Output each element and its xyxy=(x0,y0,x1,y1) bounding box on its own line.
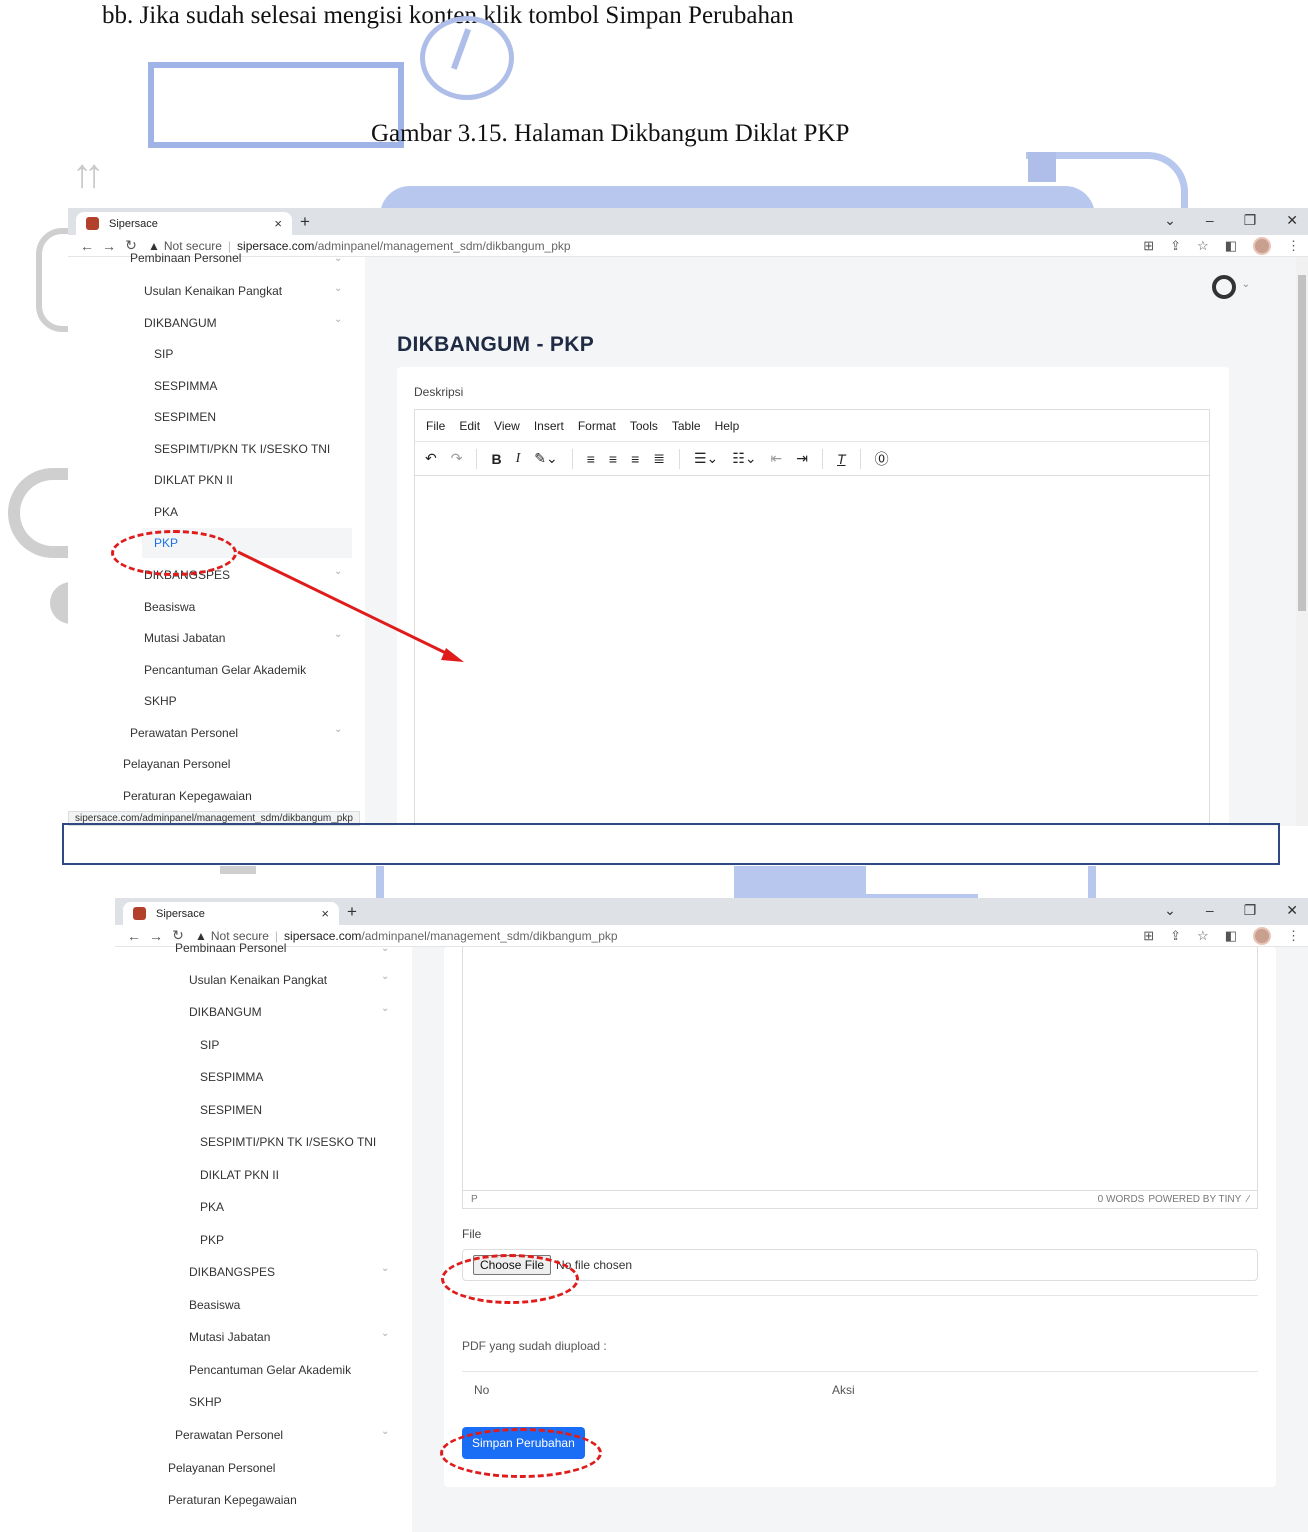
table-header-no: No xyxy=(474,1383,490,1397)
sidebar-item-peraturan[interactable]: Peraturan Kepegawaian xyxy=(168,1493,297,1507)
bookmark-star-icon[interactable]: ☆ xyxy=(1197,928,1209,944)
side-panel-icon[interactable]: ◧ xyxy=(1225,928,1237,944)
page-content: Pembinaan Personel ⌄ Usulan Kenaikan Pan… xyxy=(115,941,1308,1532)
sidebar-item-beasiswa[interactable]: Beasiswa xyxy=(189,1298,240,1312)
pdf-uploaded-label: PDF yang sudah diupload : xyxy=(462,1339,607,1353)
sidebar-item-mutasi[interactable]: Mutasi Jabatan xyxy=(189,1330,270,1344)
share-icon[interactable]: ⇪ xyxy=(1170,928,1181,944)
close-window-button[interactable]: ✕ xyxy=(1286,902,1298,919)
editor-statusbar: P 0 WORDS POWERED BY TINY ⁄ xyxy=(463,1190,1257,1208)
forward-icon[interactable]: → xyxy=(145,928,167,944)
sidebar: Pembinaan Personel ⌄ Usulan Kenaikan Pan… xyxy=(115,941,412,1532)
sidebar-item-gelar[interactable]: Pencantuman Gelar Akademik xyxy=(189,1363,351,1377)
back-icon[interactable]: ← xyxy=(123,928,145,944)
sidebar-item-diklat-pkn-ii[interactable]: DIKLAT PKN II xyxy=(200,1168,279,1182)
sidebar-item-perawatan[interactable]: Perawatan Personel xyxy=(175,1428,283,1442)
browser-window-bottom: Sipersace × + ⌄ – ❐ ✕ ← → ↻ ▲ Not secure… xyxy=(115,898,1308,1532)
resize-handle-icon[interactable]: ⁄ xyxy=(1247,1194,1249,1205)
tab-search-icon[interactable]: ⌄ xyxy=(1164,902,1176,919)
sidebar-item-pka[interactable]: PKA xyxy=(200,1200,224,1214)
sidebar-item-sespimen[interactable]: SESPIMEN xyxy=(200,1103,262,1117)
window-controls: ⌄ – ❐ ✕ xyxy=(1164,902,1298,919)
profile-avatar[interactable] xyxy=(1253,926,1271,945)
sidebar-item-usulan[interactable]: Usulan Kenaikan Pangkat xyxy=(189,973,327,987)
url-host[interactable]: sipersace.com xyxy=(284,929,361,943)
form-card: P 0 WORDS POWERED BY TINY ⁄ File Choose … xyxy=(444,947,1276,1487)
divider xyxy=(462,1295,1258,1296)
chevron-down-icon: ⌄ xyxy=(381,1263,390,1274)
sidebar-item-pkp[interactable]: PKP xyxy=(200,1233,224,1247)
main-panel: P 0 WORDS POWERED BY TINY ⁄ File Choose … xyxy=(412,947,1308,1532)
word-count: 0 WORDS xyxy=(1097,1194,1145,1205)
editor-path: P xyxy=(471,1194,478,1205)
sidebar-item-dikbangum[interactable]: DIKBANGUM xyxy=(189,1005,262,1019)
rich-text-editor[interactable]: P 0 WORDS POWERED BY TINY ⁄ xyxy=(462,947,1258,1209)
save-changes-button[interactable]: Simpan Perubahan xyxy=(462,1427,585,1459)
file-label: File xyxy=(462,1227,482,1241)
sidebar-item-skhp[interactable]: SKHP xyxy=(189,1395,222,1409)
choose-file-button[interactable]: Choose File xyxy=(473,1255,552,1275)
chevron-down-icon: ⌄ xyxy=(381,1003,390,1014)
sidebar-item-dikbangspes[interactable]: DIKBANGSPES xyxy=(189,1265,275,1279)
sidebar-item-pembinaan[interactable]: Pembinaan Personel xyxy=(175,941,286,955)
chevron-down-icon: ⌄ xyxy=(381,971,390,982)
sidebar-item-sespimti[interactable]: SESPIMTI/PKN TK I/SESKO TNI xyxy=(200,1135,376,1149)
no-file-text: No file chosen xyxy=(556,1258,633,1272)
new-tab-button[interactable]: + xyxy=(347,902,357,922)
file-input[interactable]: Choose File No file chosen xyxy=(462,1249,1258,1281)
divider xyxy=(462,1371,1258,1372)
table-header-aksi: Aksi xyxy=(832,1383,855,1397)
minimize-button[interactable]: – xyxy=(1206,902,1214,919)
chevron-down-icon: ⌄ xyxy=(381,1328,390,1339)
restore-button[interactable]: ❐ xyxy=(1244,902,1257,919)
chevron-down-icon: ⌄ xyxy=(381,1426,390,1437)
sidebar-item-sip[interactable]: SIP xyxy=(200,1038,219,1052)
sidebar-item-pelayanan[interactable]: Pelayanan Personel xyxy=(168,1461,275,1475)
address-bar: ← → ↻ ▲ Not secure | sipersace.com /admi… xyxy=(115,925,1308,947)
site-favicon-icon xyxy=(133,907,146,920)
tab-close-icon[interactable]: × xyxy=(321,906,329,921)
powered-by[interactable]: POWERED BY TINY xyxy=(1148,1194,1241,1205)
translate-icon[interactable]: ⊞ xyxy=(1143,928,1154,944)
browser-tab[interactable]: Sipersace × xyxy=(123,902,339,925)
sidebar-item-sespimma[interactable]: SESPIMMA xyxy=(200,1070,263,1084)
tab-strip: Sipersace × + ⌄ – ❐ ✕ xyxy=(115,898,1308,925)
menu-kebab-icon[interactable]: ⋮ xyxy=(1287,928,1300,944)
url-path[interactable]: /adminpanel/management_sdm/dikbangum_pkp xyxy=(361,929,617,943)
tab-title: Sipersace xyxy=(156,907,205,920)
chevron-down-icon: ⌄ xyxy=(381,943,390,954)
